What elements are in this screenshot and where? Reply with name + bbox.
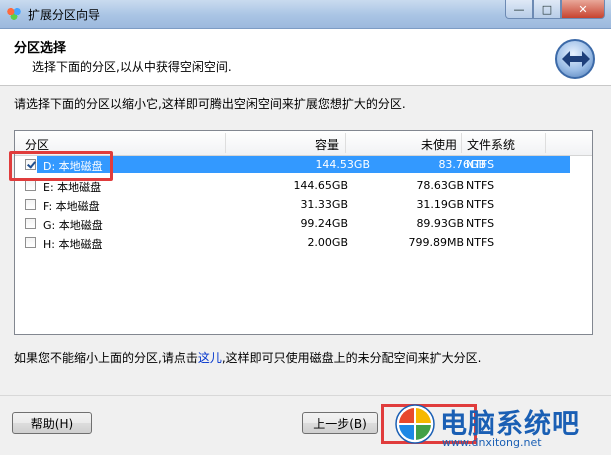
- row-checkbox[interactable]: [25, 180, 36, 191]
- footnote-text: 如果您不能缩小上面的分区,请点击这儿,这样即可只使用磁盘上的未分配空间来扩大分区…: [14, 349, 481, 366]
- back-button[interactable]: 上一步(B): [302, 412, 378, 434]
- partition-capacity: 144.65GB: [293, 179, 348, 192]
- window-controls: — □ ✕: [505, 0, 605, 20]
- close-button[interactable]: ✕: [561, 0, 605, 19]
- instruction-text: 请选择下面的分区以缩小它,这样即可腾出空闲空间来扩展您想扩大的分区.: [14, 97, 406, 111]
- partition-name: G: 本地磁盘: [43, 219, 103, 232]
- help-button[interactable]: 帮助(H): [12, 412, 92, 434]
- column-divider[interactable]: [545, 133, 546, 153]
- minimize-button[interactable]: —: [505, 0, 533, 19]
- windows-logo-icon: [395, 404, 435, 444]
- partition-filesystem: NTFS: [466, 236, 495, 249]
- divider: [0, 395, 611, 396]
- column-header-filesystem[interactable]: 文件系统: [467, 136, 515, 153]
- wizard-header: 分区选择 选择下面的分区,以从中获得空闲空间.: [0, 29, 611, 86]
- table-row[interactable]: H: 本地磁盘 2.00GB 799.89MB NTFS: [15, 234, 570, 251]
- column-divider[interactable]: [345, 133, 346, 153]
- partition-unused: 89.93GB: [416, 217, 464, 230]
- partition-unused: 31.19GB: [416, 198, 464, 211]
- table-row[interactable]: D: 本地磁盘 144.53GB 83.76GB NTFS: [37, 156, 570, 173]
- footnote-before: 如果您不能缩小上面的分区,请点击: [14, 351, 198, 365]
- watermark-url: www.dnxitong.net: [442, 436, 542, 449]
- column-header-unused[interactable]: 未使用: [421, 136, 457, 153]
- partition-filesystem: NTFS: [466, 217, 495, 230]
- table-row[interactable]: G: 本地磁盘 99.24GB 89.93GB NTFS: [15, 215, 570, 232]
- partition-name: E: 本地磁盘: [43, 181, 102, 194]
- partition-unused: 799.89MB: [408, 236, 464, 249]
- footnote-after: ,这样即可只使用磁盘上的未分配空间来扩大分区.: [221, 351, 482, 365]
- title-bar: 扩展分区向导 — □ ✕: [0, 0, 611, 29]
- column-header-capacity[interactable]: 容量: [315, 136, 339, 153]
- partition-capacity: 144.53GB: [315, 158, 370, 171]
- partition-filesystem: NTFS: [466, 158, 495, 171]
- column-divider[interactable]: [461, 133, 462, 153]
- table-row[interactable]: F: 本地磁盘 31.33GB 31.19GB NTFS: [15, 196, 570, 213]
- column-divider[interactable]: [225, 133, 226, 153]
- window-title: 扩展分区向导: [28, 8, 101, 22]
- partition-capacity: 2.00GB: [307, 236, 348, 249]
- partition-name: H: 本地磁盘: [43, 238, 103, 251]
- partition-filesystem: NTFS: [466, 179, 495, 192]
- annotation-highlight: [9, 151, 113, 181]
- partition-logo-icon: [555, 39, 595, 79]
- row-checkbox[interactable]: [25, 199, 36, 210]
- partition-filesystem: NTFS: [466, 198, 495, 211]
- partition-capacity: 31.33GB: [300, 198, 348, 211]
- app-icon: [6, 6, 22, 20]
- page-title: 分区选择: [14, 41, 67, 56]
- row-checkbox[interactable]: [25, 237, 36, 248]
- row-checkbox[interactable]: [25, 218, 36, 229]
- partition-unused: 78.63GB: [416, 179, 464, 192]
- partition-name: F: 本地磁盘: [43, 200, 100, 213]
- page-subtitle: 选择下面的分区,以从中获得空闲空间.: [32, 60, 232, 74]
- here-link[interactable]: 这儿: [198, 351, 222, 365]
- maximize-button[interactable]: □: [533, 0, 561, 19]
- partition-capacity: 99.24GB: [300, 217, 348, 230]
